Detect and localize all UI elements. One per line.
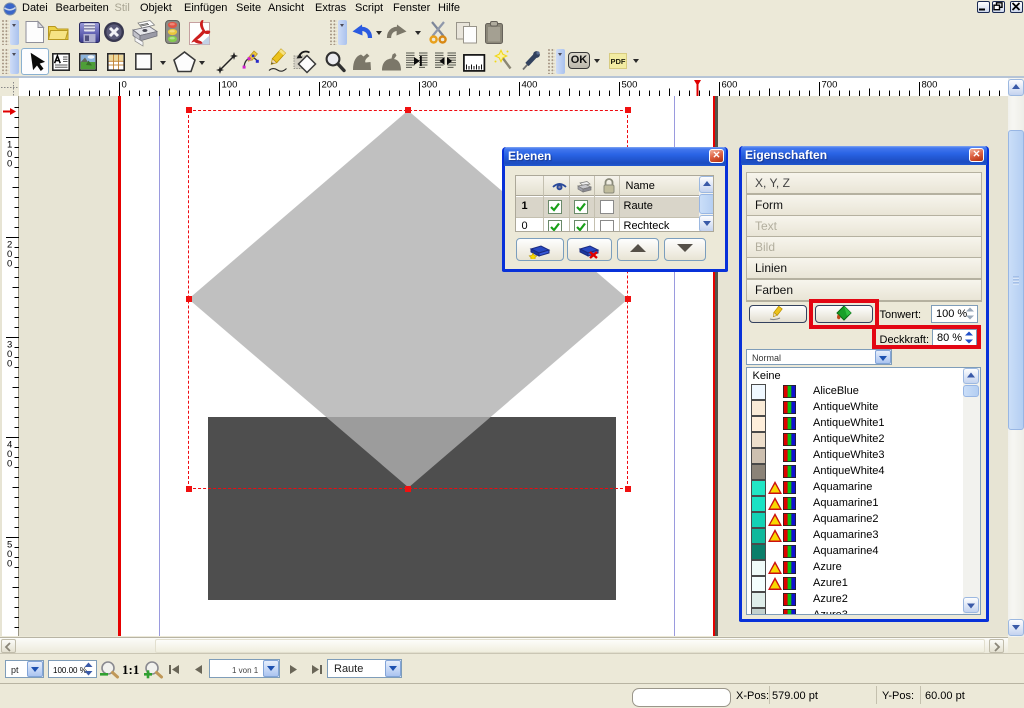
svg-text:200: 200 [322, 80, 338, 91]
svg-text:0: 0 [7, 259, 12, 270]
svg-text:0: 0 [7, 159, 12, 170]
svg-text:100: 100 [222, 80, 238, 91]
svg-text:700: 700 [822, 80, 838, 91]
svg-text:400: 400 [522, 80, 538, 91]
svg-text:800: 800 [922, 80, 938, 91]
svg-text:0: 0 [122, 80, 127, 91]
svg-text:0: 0 [7, 359, 12, 370]
svg-text:300: 300 [422, 80, 438, 91]
svg-text:600: 600 [722, 80, 738, 91]
svg-text:0: 0 [7, 559, 12, 570]
svg-text:0: 0 [7, 459, 12, 470]
svg-text:500: 500 [622, 80, 638, 91]
